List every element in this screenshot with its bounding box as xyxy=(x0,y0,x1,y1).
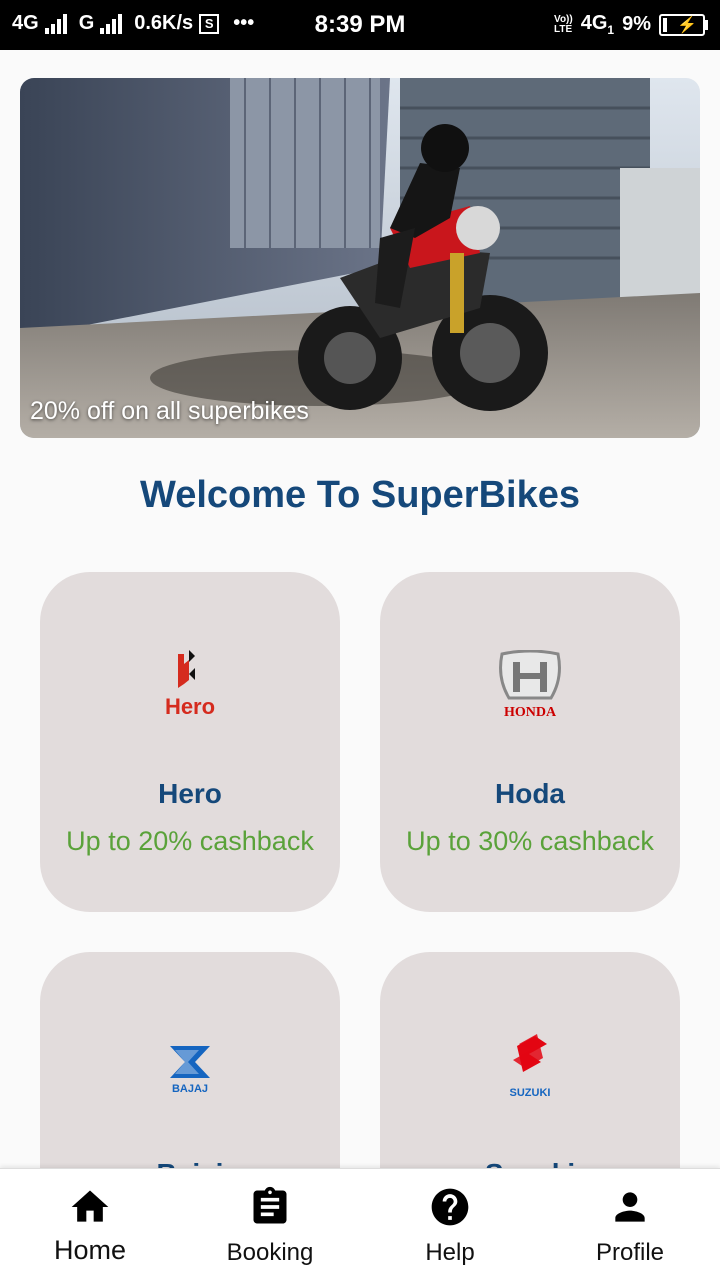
brand-name: Hero xyxy=(158,778,222,809)
net3: 4G xyxy=(580,12,608,34)
brand-offer: Up to 30% cashback xyxy=(406,826,654,856)
nav-label: Booking xyxy=(226,1239,314,1266)
bajaj-logo-text: BAJAJ xyxy=(172,1083,208,1095)
help-icon xyxy=(428,1185,472,1229)
sim-number: 1 xyxy=(607,23,615,37)
network-4g-label: 4G1 xyxy=(581,12,614,37)
status-right: Vo)) LTE 4G1 9% ⚡ xyxy=(554,12,708,37)
promo-banner[interactable]: 20% off on all superbikes xyxy=(20,78,700,438)
honda-logo-icon: HONDA xyxy=(380,650,680,720)
bottom-navigation: Home Booking Help Profile xyxy=(0,1168,720,1280)
hero-logo-text: Hero xyxy=(165,694,215,719)
welcome-title: Welcome To SuperBikes xyxy=(140,474,580,516)
volte-icon: Vo)) LTE xyxy=(554,13,573,35)
person-icon xyxy=(608,1185,652,1229)
volte-top: Vo)) xyxy=(554,13,573,25)
nav-booking[interactable]: Booking xyxy=(180,1169,360,1280)
home-icon xyxy=(68,1185,112,1229)
superbike-banner-image xyxy=(20,78,700,438)
brand-card-honda[interactable]: HONDA Hoda Up to 30% cashback xyxy=(380,572,680,912)
status-bar: 4G G 0.6K/s S ••• 8:39 PM Vo)) LTE 4G1 9… xyxy=(0,0,720,50)
bajaj-logo-icon: BAJAJ xyxy=(40,1030,340,1100)
banner-caption: 20% off on all superbikes xyxy=(30,397,309,425)
nav-label: Home xyxy=(53,1235,127,1265)
nav-label: Help xyxy=(425,1239,475,1266)
honda-logo-text: HONDA xyxy=(504,705,557,720)
battery-percent: 9% xyxy=(622,13,651,35)
clipboard-icon xyxy=(248,1185,292,1229)
hero-logo-icon: Hero xyxy=(40,650,340,720)
battery-icon: ⚡ xyxy=(659,13,708,36)
suzuki-logo-text: SUZUKI xyxy=(510,1087,551,1099)
brand-offer: Up to 20% cashback xyxy=(66,826,314,856)
nav-label: Profile xyxy=(595,1239,665,1266)
nav-profile[interactable]: Profile xyxy=(540,1169,720,1280)
suzuki-logo-icon: SUZUKI xyxy=(380,1030,680,1100)
nav-home[interactable]: Home xyxy=(0,1169,180,1280)
nav-help[interactable]: Help xyxy=(360,1169,540,1280)
volte-bottom: LTE xyxy=(554,23,573,35)
brand-name: Hoda xyxy=(495,778,565,809)
brand-card-hero[interactable]: Hero Hero Up to 20% cashback xyxy=(40,572,340,912)
